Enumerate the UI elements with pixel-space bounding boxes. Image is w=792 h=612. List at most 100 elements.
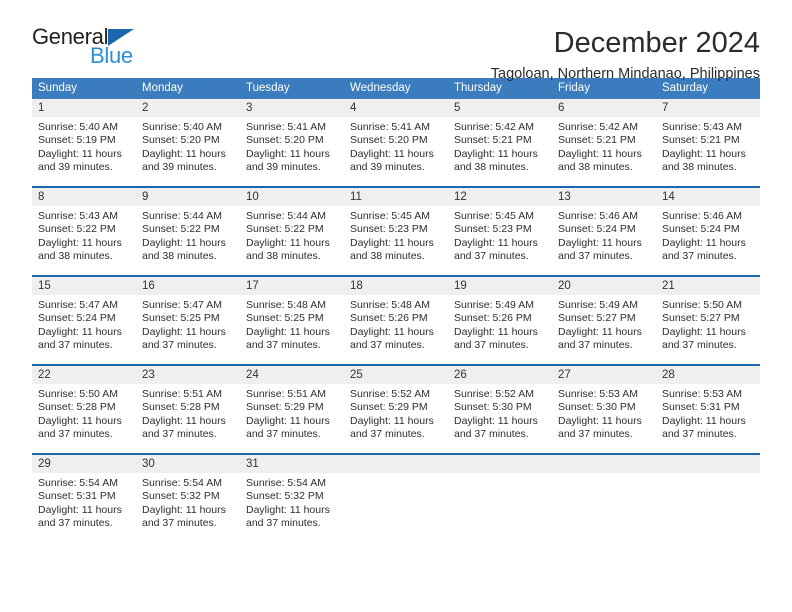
day-cell[interactable]: 14 Sunrise: 5:46 AM Sunset: 5:24 PM Dayligh…: [656, 188, 760, 268]
day-cell[interactable]: 16 Sunrise: 5:47 AM Sunset: 5:25 PM Dayligh…: [136, 277, 240, 357]
day-cell[interactable]: 17 Sunrise: 5:48 AM Sunset: 5:25 PM Dayligh…: [240, 277, 344, 357]
day-details: Sunrise: 5:43 AM Sunset: 5:21 PM Daylight:…: [656, 117, 760, 179]
sunrise-text: Sunrise: 5:52 AM: [350, 388, 430, 400]
day-number: [448, 455, 552, 473]
day-number: [344, 455, 448, 473]
day-details: Sunrise: 5:42 AM Sunset: 5:21 PM Daylight:…: [448, 117, 552, 179]
logo-text-blue: Blue: [90, 43, 133, 68]
daylight-text-line1: Daylight: 11 hours: [350, 236, 434, 249]
sunset-text: Sunset: 5:31 PM: [662, 401, 740, 414]
general-blue-logo[interactable]: General Blue: [32, 26, 162, 72]
sunset-text: Sunset: 5:31 PM: [38, 490, 116, 503]
day-cell[interactable]: 31 Sunrise: 5:54 AM Sunset: 5:32 PM Dayligh…: [240, 455, 344, 535]
daylight-text-line1: Daylight: 11 hours: [142, 325, 226, 338]
daylight-text-line2: and 37 minutes.: [142, 517, 217, 530]
day-details: Sunrise: 5:52 AM Sunset: 5:29 PM Daylight:…: [344, 384, 448, 446]
daylight-text-line1: Daylight: 11 hours: [38, 503, 122, 516]
day-cell[interactable]: 26 Sunrise: 5:52 AM Sunset: 5:30 PM Dayligh…: [448, 366, 552, 446]
day-cell[interactable]: 18 Sunrise: 5:48 AM Sunset: 5:26 PM Dayligh…: [344, 277, 448, 357]
day-details: Sunrise: 5:54 AM Sunset: 5:32 PM Daylight:…: [240, 473, 344, 535]
sunset-text: Sunset: 5:23 PM: [350, 223, 428, 236]
sunset-text: Sunset: 5:25 PM: [142, 312, 220, 325]
day-cell[interactable]: 30 Sunrise: 5:54 AM Sunset: 5:32 PM Dayligh…: [136, 455, 240, 535]
daylight-text-line1: Daylight: 11 hours: [454, 147, 538, 160]
day-cell[interactable]: 20 Sunrise: 5:49 AM Sunset: 5:27 PM Dayligh…: [552, 277, 656, 357]
day-cell[interactable]: 5 Sunrise: 5:42 AM Sunset: 5:21 PM Daylight…: [448, 99, 552, 179]
day-details: Sunrise: 5:42 AM Sunset: 5:21 PM Daylight:…: [552, 117, 656, 179]
day-cell[interactable]: 23 Sunrise: 5:51 AM Sunset: 5:28 PM Dayligh…: [136, 366, 240, 446]
day-details: Sunrise: 5:47 AM Sunset: 5:25 PM Daylight:…: [136, 295, 240, 357]
day-cell[interactable]: 8 Sunrise: 5:43 AM Sunset: 5:22 PM Daylight…: [32, 188, 136, 268]
day-number: 23: [136, 366, 240, 384]
day-details: Sunrise: 5:52 AM Sunset: 5:30 PM Daylight:…: [448, 384, 552, 446]
day-cell[interactable]: 10 Sunrise: 5:44 AM Sunset: 5:22 PM Dayligh…: [240, 188, 344, 268]
daylight-text-line1: Daylight: 11 hours: [142, 414, 226, 427]
day-cell[interactable]: 6 Sunrise: 5:42 AM Sunset: 5:21 PM Daylight…: [552, 99, 656, 179]
day-cell[interactable]: 24 Sunrise: 5:51 AM Sunset: 5:29 PM Dayligh…: [240, 366, 344, 446]
day-details: Sunrise: 5:44 AM Sunset: 5:22 PM Daylight:…: [240, 206, 344, 268]
day-cell[interactable]: 9 Sunrise: 5:44 AM Sunset: 5:22 PM Daylight…: [136, 188, 240, 268]
day-cell-empty: [552, 455, 656, 535]
day-details: Sunrise: 5:53 AM Sunset: 5:30 PM Daylight:…: [552, 384, 656, 446]
day-cell-empty: [344, 455, 448, 535]
day-number: 14: [656, 188, 760, 206]
day-cell[interactable]: 19 Sunrise: 5:49 AM Sunset: 5:26 PM Dayligh…: [448, 277, 552, 357]
daylight-text-line1: Daylight: 11 hours: [350, 147, 434, 160]
weekday-header-tuesday: Tuesday: [246, 82, 290, 94]
sunset-text: Sunset: 5:24 PM: [558, 223, 636, 236]
day-details: Sunrise: 5:45 AM Sunset: 5:23 PM Daylight:…: [344, 206, 448, 268]
sunset-text: Sunset: 5:30 PM: [558, 401, 636, 414]
daylight-text-line2: and 37 minutes.: [38, 339, 113, 352]
day-cell[interactable]: 3 Sunrise: 5:41 AM Sunset: 5:20 PM Daylight…: [240, 99, 344, 179]
day-cell[interactable]: 7 Sunrise: 5:43 AM Sunset: 5:21 PM Daylight…: [656, 99, 760, 179]
day-cell[interactable]: 29 Sunrise: 5:54 AM Sunset: 5:31 PM Dayligh…: [32, 455, 136, 535]
weekday-header-sunday: Sunday: [38, 82, 78, 94]
daylight-text-line2: and 39 minutes.: [350, 161, 425, 174]
sunrise-text: Sunrise: 5:43 AM: [38, 210, 118, 222]
daylight-text-line2: and 37 minutes.: [454, 339, 529, 352]
daylight-text-line2: and 38 minutes.: [38, 250, 113, 263]
day-details: [656, 473, 760, 535]
day-number: 5: [448, 99, 552, 117]
sunset-text: Sunset: 5:20 PM: [350, 134, 428, 147]
sunset-text: Sunset: 5:21 PM: [454, 134, 532, 147]
day-cell[interactable]: 1 Sunrise: 5:40 AM Sunset: 5:19 PM Daylight…: [32, 99, 136, 179]
day-details: Sunrise: 5:48 AM Sunset: 5:26 PM Daylight:…: [344, 295, 448, 357]
sunrise-text: Sunrise: 5:47 AM: [38, 299, 118, 311]
sunset-text: Sunset: 5:32 PM: [246, 490, 324, 503]
day-cell[interactable]: 22 Sunrise: 5:50 AM Sunset: 5:28 PM Dayligh…: [32, 366, 136, 446]
day-cell[interactable]: 21 Sunrise: 5:50 AM Sunset: 5:27 PM Dayligh…: [656, 277, 760, 357]
sunrise-text: Sunrise: 5:40 AM: [38, 121, 118, 133]
day-cell[interactable]: 27 Sunrise: 5:53 AM Sunset: 5:30 PM Dayligh…: [552, 366, 656, 446]
daylight-text-line2: and 37 minutes.: [558, 339, 633, 352]
sunset-text: Sunset: 5:29 PM: [350, 401, 428, 414]
day-cell[interactable]: 4 Sunrise: 5:41 AM Sunset: 5:20 PM Daylight…: [344, 99, 448, 179]
sunset-text: Sunset: 5:28 PM: [38, 401, 116, 414]
day-details: Sunrise: 5:46 AM Sunset: 5:24 PM Daylight:…: [656, 206, 760, 268]
daylight-text-line2: and 37 minutes.: [558, 250, 633, 263]
day-number: 6: [552, 99, 656, 117]
day-cell[interactable]: 13 Sunrise: 5:46 AM Sunset: 5:24 PM Dayligh…: [552, 188, 656, 268]
sunrise-text: Sunrise: 5:44 AM: [142, 210, 222, 222]
weekday-header-wednesday: Wednesday: [350, 82, 411, 94]
day-number: 19: [448, 277, 552, 295]
day-number: 8: [32, 188, 136, 206]
day-details: Sunrise: 5:50 AM Sunset: 5:27 PM Daylight:…: [656, 295, 760, 357]
day-cell[interactable]: 12 Sunrise: 5:45 AM Sunset: 5:23 PM Dayligh…: [448, 188, 552, 268]
day-details: [344, 473, 448, 535]
day-cell-empty: [448, 455, 552, 535]
daylight-text-line1: Daylight: 11 hours: [350, 414, 434, 427]
day-cell[interactable]: 2 Sunrise: 5:40 AM Sunset: 5:20 PM Daylight…: [136, 99, 240, 179]
day-cell[interactable]: 15 Sunrise: 5:47 AM Sunset: 5:24 PM Dayligh…: [32, 277, 136, 357]
day-details: Sunrise: 5:46 AM Sunset: 5:24 PM Daylight:…: [552, 206, 656, 268]
day-cell[interactable]: 11 Sunrise: 5:45 AM Sunset: 5:23 PM Dayligh…: [344, 188, 448, 268]
sunset-text: Sunset: 5:22 PM: [142, 223, 220, 236]
sunrise-text: Sunrise: 5:42 AM: [454, 121, 534, 133]
day-cell[interactable]: 25 Sunrise: 5:52 AM Sunset: 5:29 PM Dayligh…: [344, 366, 448, 446]
day-details: Sunrise: 5:47 AM Sunset: 5:24 PM Daylight:…: [32, 295, 136, 357]
sunrise-text: Sunrise: 5:47 AM: [142, 299, 222, 311]
day-cell[interactable]: 28 Sunrise: 5:53 AM Sunset: 5:31 PM Dayligh…: [656, 366, 760, 446]
daylight-text-line2: and 37 minutes.: [246, 428, 321, 441]
calendar-page: General Blue December 2024 Tagoloan, Nor…: [0, 0, 792, 612]
daylight-text-line2: and 37 minutes.: [454, 428, 529, 441]
